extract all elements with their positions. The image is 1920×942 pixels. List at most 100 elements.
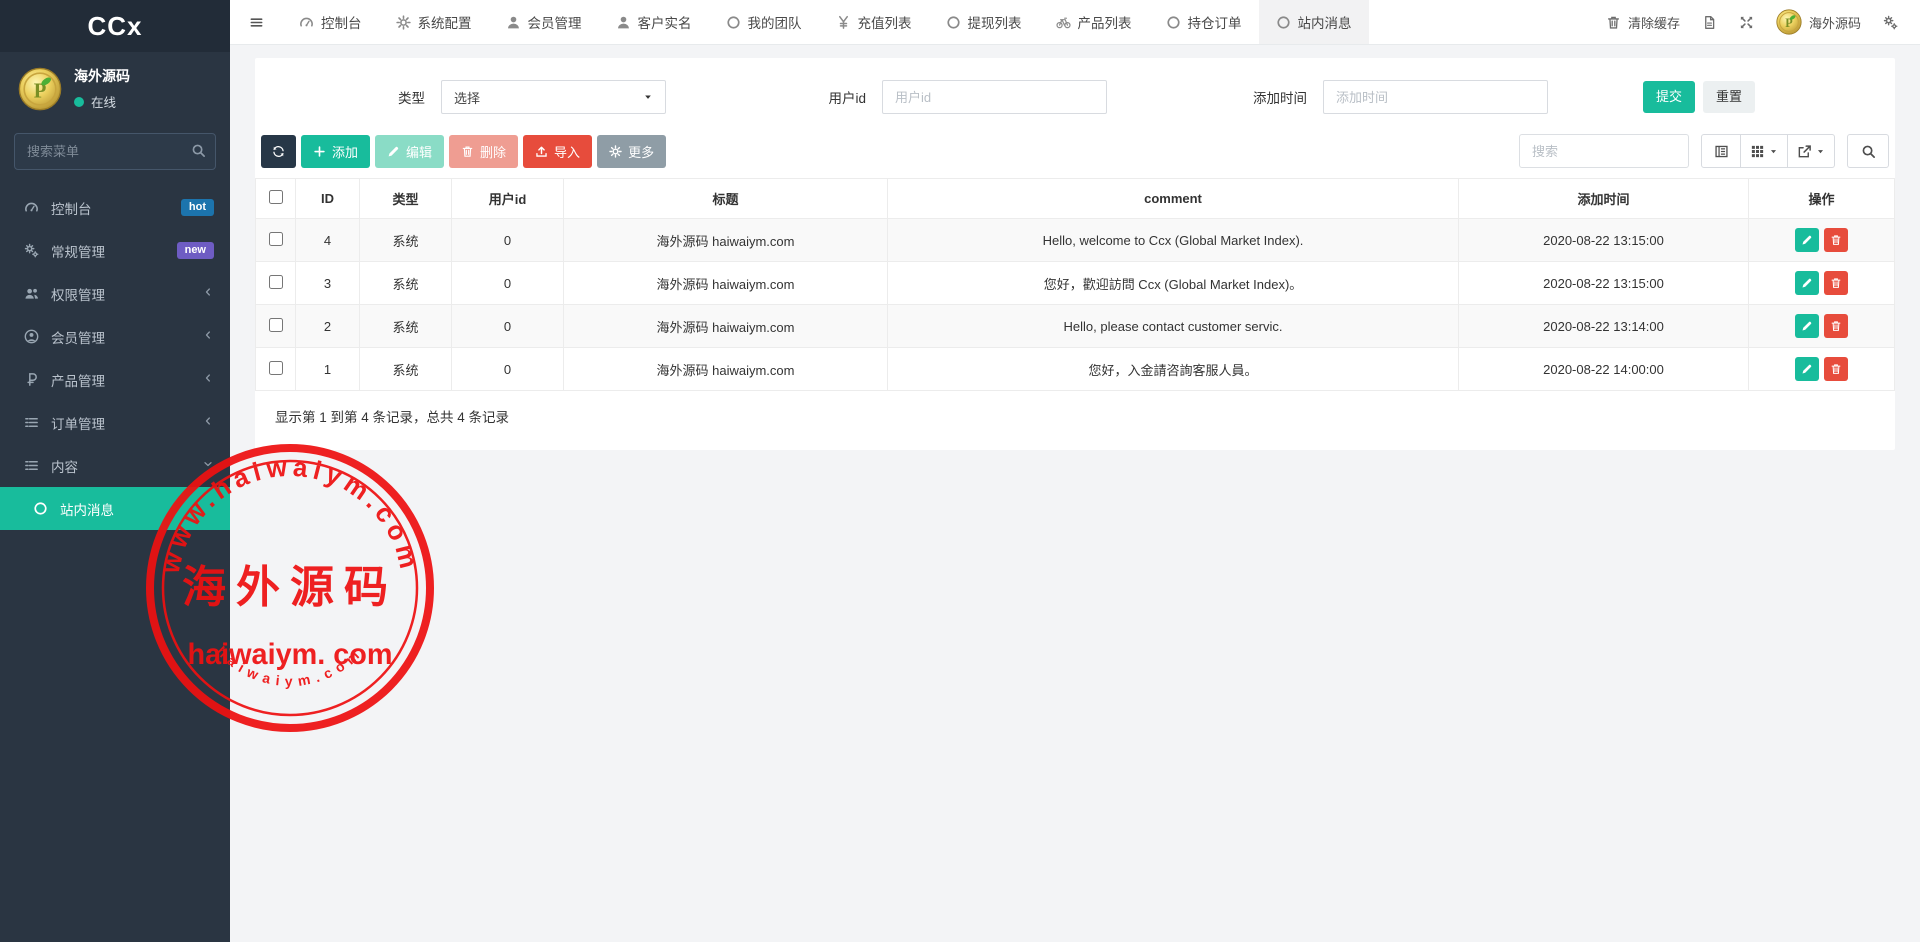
cell-title: 海外源码 haiwaiym.com (564, 219, 888, 262)
app-logo: CCx (0, 0, 230, 52)
addtime-input[interactable] (1323, 80, 1548, 114)
edit-button[interactable]: 编辑 (375, 135, 444, 168)
cell-id: 1 (296, 348, 360, 391)
column-header[interactable]: 标题 (564, 179, 888, 219)
delete-button[interactable]: 删除 (449, 135, 518, 168)
submit-button[interactable]: 提交 (1643, 81, 1695, 113)
navbar-tab[interactable]: 产品列表 (1039, 0, 1149, 44)
column-header[interactable]: 添加时间 (1459, 179, 1749, 219)
clear-cache-button[interactable]: 清除缓存 (1606, 13, 1680, 32)
userid-input[interactable] (882, 80, 1107, 114)
type-select-value: 选择 (454, 88, 480, 107)
sidebar-item[interactable]: 常规管理 new (0, 229, 230, 272)
gauge-icon (24, 200, 39, 215)
delete-row-button[interactable] (1824, 357, 1848, 381)
navbar-tab[interactable]: 持仓订单 (1149, 0, 1259, 44)
select-all-checkbox[interactable] (269, 190, 283, 204)
row-checkbox[interactable] (269, 361, 283, 375)
detail-view-button[interactable] (1701, 134, 1741, 168)
gears-icon (1883, 15, 1898, 30)
row-checkbox[interactable] (269, 318, 283, 332)
edit-row-button[interactable] (1795, 357, 1819, 381)
sidebar-item[interactable]: 内容 (0, 444, 230, 487)
users-icon (24, 286, 39, 301)
row-checkbox[interactable] (269, 275, 283, 289)
navbar-tab-label: 会员管理 (528, 12, 582, 32)
table-row: 3 系统 0 海外源码 haiwaiym.com 您好，歡迎訪問 Ccx (Gl… (256, 262, 1895, 305)
edit-row-button[interactable] (1795, 314, 1819, 338)
cell-type: 系统 (360, 348, 452, 391)
chev-left-icon (202, 329, 214, 344)
search-button[interactable] (1847, 134, 1889, 168)
edit-row-button[interactable] (1795, 228, 1819, 252)
sidebar-search-input[interactable] (14, 133, 216, 170)
add-button[interactable]: 添加 (301, 135, 370, 168)
sidebar-item-label: 产品管理 (51, 370, 190, 390)
reset-button[interactable]: 重置 (1703, 81, 1755, 113)
cell-type: 系统 (360, 262, 452, 305)
sidebar-item[interactable]: 权限管理 (0, 272, 230, 315)
sidebar: CCx 海外源码 在线 控制台 hot 常规管理 new (0, 0, 230, 942)
delete-row-button[interactable] (1824, 314, 1848, 338)
chev-left-icon (202, 415, 214, 430)
sidebar-item[interactable]: 站内消息 (0, 487, 230, 530)
settings-button[interactable] (1883, 15, 1898, 30)
row-checkbox[interactable] (269, 232, 283, 246)
messages-panel: 类型 选择 用户id 添加时间 提交 重置 (255, 58, 1895, 450)
bike-icon (1056, 15, 1071, 30)
column-header[interactable]: 用户id (452, 179, 564, 219)
more-button[interactable]: 更多 (597, 135, 666, 168)
column-header[interactable]: comment (888, 179, 1459, 219)
column-header[interactable]: 类型 (360, 179, 452, 219)
content-area: 类型 选择 用户id 添加时间 提交 重置 (230, 45, 1920, 942)
grid-icon (1750, 144, 1765, 159)
top-navbar: 控制台 系统配置 会员管理 客户实名 (230, 0, 1920, 45)
user-menu[interactable]: 海外源码 (1776, 9, 1861, 35)
navbar-tab[interactable]: 系统配置 (379, 0, 489, 44)
navbar-tab[interactable]: 站内消息 (1259, 0, 1369, 44)
pencil-icon (387, 145, 400, 158)
columns-button[interactable] (1741, 134, 1788, 168)
user-icon (616, 15, 631, 30)
sidebar-toggle-button[interactable] (230, 0, 282, 44)
navbar-tab[interactable]: 会员管理 (489, 0, 599, 44)
type-select[interactable]: 选择 (441, 80, 666, 114)
file-icon (1702, 15, 1717, 30)
circle-icon (946, 15, 961, 30)
caret-down-icon (1816, 147, 1825, 156)
delete-row-button[interactable] (1824, 271, 1848, 295)
export-button[interactable] (1788, 134, 1835, 168)
navbar-tab[interactable]: 客户实名 (599, 0, 709, 44)
import-button[interactable]: 导入 (523, 135, 592, 168)
navbar-tab[interactable]: 充值列表 (819, 0, 929, 44)
navbar-username: 海外源码 (1809, 13, 1861, 32)
sidebar-item[interactable]: 订单管理 (0, 401, 230, 444)
column-header[interactable]: 操作 (1749, 179, 1895, 219)
cell-title: 海外源码 haiwaiym.com (564, 262, 888, 305)
edit-row-button[interactable] (1795, 271, 1819, 295)
chev-left-icon (202, 372, 214, 387)
navbar-tab[interactable]: 控制台 (282, 0, 379, 44)
table-search-input[interactable] (1519, 134, 1689, 168)
delete-row-button[interactable] (1824, 228, 1848, 252)
caret-down-icon (1769, 147, 1778, 156)
cell-addtime: 2020-08-22 13:15:00 (1459, 219, 1749, 262)
fullscreen-button[interactable] (1739, 15, 1754, 30)
navbar-tab[interactable]: 我的团队 (709, 0, 819, 44)
user-icon (506, 15, 521, 30)
sidebar-item[interactable]: 会员管理 (0, 315, 230, 358)
navbar-tab-label: 系统配置 (418, 12, 472, 32)
refresh-button[interactable] (261, 135, 296, 168)
avatar (1776, 9, 1802, 35)
file-log-button[interactable] (1702, 15, 1717, 30)
detail-view-icon (1714, 144, 1729, 159)
sidebar-item[interactable]: 控制台 hot (0, 186, 230, 229)
navbar-tab[interactable]: 提现列表 (929, 0, 1039, 44)
navbar-tab-label: 控制台 (321, 12, 362, 32)
navbar-tab-label: 提现列表 (968, 12, 1022, 32)
menu-icon (249, 15, 264, 30)
column-header[interactable]: ID (296, 179, 360, 219)
expand-icon (1739, 15, 1754, 30)
sidebar-item[interactable]: 产品管理 (0, 358, 230, 401)
badge: new (177, 242, 214, 259)
